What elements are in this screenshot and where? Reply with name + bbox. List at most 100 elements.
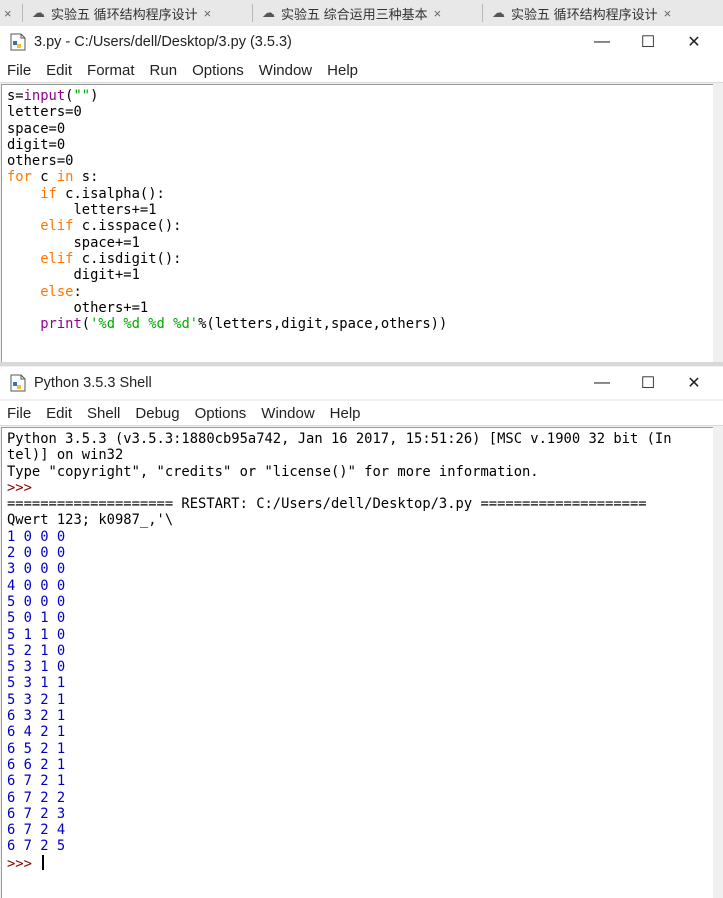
menu-file[interactable]: File [0, 405, 39, 422]
editor-title: 3.py - C:/Users/dell/Desktop/3.py (3.5.3… [34, 34, 292, 50]
maximize-icon[interactable]: ☐ [625, 26, 671, 58]
output-line[interactable]: 5 3 2 1 [7, 692, 713, 708]
menu-edit[interactable]: Edit [39, 405, 80, 422]
code-token: s= [7, 88, 24, 104]
output-line[interactable]: 6 7 2 1 [7, 773, 713, 789]
code-token: space+=1 [7, 234, 140, 251]
code-line[interactable]: space+=1 [7, 235, 713, 251]
output-line[interactable]: 6 5 2 1 [7, 741, 713, 757]
code-line[interactable]: others=0 [7, 153, 713, 169]
shell-line-text: 6 3 2 1 [7, 708, 66, 725]
shell-line-text: 6 4 2 1 [7, 724, 66, 741]
tab-close-partial[interactable]: × [0, 0, 12, 26]
browser-tab-strip: × ☁ 实验五 循环结构程序设计 × ☁ 实验五 综合运用三种基本 × ☁ 实验… [0, 0, 723, 27]
editor-scrollbar[interactable] [713, 84, 723, 362]
shell-line[interactable]: Qwert 123; k0987_,'\ [7, 512, 713, 528]
idle-shell-icon [10, 374, 26, 392]
output-line[interactable]: 5 3 1 1 [7, 675, 713, 691]
code-token: ( [81, 316, 91, 333]
browser-tab-1[interactable]: ☁ 实验五 循环结构程序设计 × [32, 0, 211, 26]
output-line[interactable]: 4 0 0 0 [7, 578, 713, 594]
menu-help[interactable]: Help [320, 62, 366, 79]
output-line[interactable]: 5 1 1 0 [7, 627, 713, 643]
shell-line-text: 2 0 0 0 [7, 545, 66, 562]
menu-shell[interactable]: Shell [80, 405, 128, 422]
menu-window[interactable]: Window [252, 62, 320, 79]
shell-line-text: 5 1 1 0 [7, 626, 66, 643]
shell-line-text: ==================== RESTART: C:/Users/d… [7, 496, 647, 513]
output-line[interactable]: 6 6 2 1 [7, 757, 713, 773]
tab-label: 实验五 循环结构程序设计 [51, 6, 198, 22]
minimize-icon[interactable]: — [579, 367, 625, 399]
shell-scrollbar[interactable] [713, 427, 723, 897]
output-line[interactable]: 2 0 0 0 [7, 545, 713, 561]
browser-tab-2[interactable]: ☁ 实验五 综合运用三种基本 × [262, 0, 441, 26]
code-line[interactable]: letters+=1 [7, 202, 713, 218]
shell-line[interactable]: Python 3.5.3 (v3.5.3:1880cb95a742, Jan 1… [7, 431, 713, 447]
menu-options[interactable]: Options [188, 405, 255, 422]
output-line[interactable]: 5 0 0 0 [7, 594, 713, 610]
output-line[interactable]: 5 2 1 0 [7, 643, 713, 659]
code-line[interactable]: space=0 [7, 121, 713, 137]
menu-format[interactable]: Format [80, 62, 143, 79]
code-token: letters=0 [7, 104, 82, 121]
close-icon[interactable]: × [4, 6, 12, 21]
shell-output[interactable]: Python 3.5.3 (v3.5.3:1880cb95a742, Jan 1… [1, 427, 713, 898]
shell-line[interactable]: ==================== RESTART: C:/Users/d… [7, 496, 713, 512]
code-line[interactable]: for c in s: [7, 169, 713, 185]
close-icon[interactable]: × [204, 6, 212, 21]
close-icon[interactable]: ✕ [671, 367, 717, 399]
editor-titlebar[interactable]: 3.py - C:/Users/dell/Desktop/3.py (3.5.3… [0, 26, 723, 58]
menu-debug[interactable]: Debug [128, 405, 187, 422]
output-line[interactable]: 6 7 2 3 [7, 806, 713, 822]
code-line[interactable]: others+=1 [7, 300, 713, 316]
browser-tab-3[interactable]: ☁ 实验五 循环结构程序设计 × [492, 0, 671, 26]
menu-help[interactable]: Help [323, 405, 369, 422]
menu-options[interactable]: Options [185, 62, 252, 79]
code-line[interactable]: elif c.isdigit(): [7, 251, 713, 267]
code-line[interactable]: elif c.isspace(): [7, 218, 713, 234]
minimize-icon[interactable]: — [579, 26, 625, 58]
shell-titlebar[interactable]: Python 3.5.3 Shell — ☐ ✕ [0, 367, 723, 399]
cloud-doc-icon: ☁ [492, 5, 505, 20]
shell-text[interactable]: Python 3.5.3 (v3.5.3:1880cb95a742, Jan 1… [2, 428, 713, 872]
output-line[interactable]: 6 3 2 1 [7, 708, 713, 724]
menu-file[interactable]: File [0, 62, 39, 79]
maximize-icon[interactable]: ☐ [625, 367, 671, 399]
code-line[interactable]: else: [7, 284, 713, 300]
shell-line-text: 6 6 2 1 [7, 756, 66, 773]
shell-line-text: 6 7 2 4 [7, 822, 66, 839]
editor-code-text[interactable]: s=input("") letters=0 space=0 digit=0 others… [2, 85, 713, 332]
code-line[interactable]: digit+=1 [7, 267, 713, 283]
shell-line-text: Python 3.5.3 (v3.5.3:1880cb95a742, Jan 1… [7, 431, 672, 447]
output-line[interactable]: 1 0 0 0 [7, 529, 713, 545]
output-line[interactable]: 5 0 1 0 [7, 610, 713, 626]
code-line[interactable]: letters=0 [7, 104, 713, 120]
code-line[interactable]: digit=0 [7, 137, 713, 153]
menu-window[interactable]: Window [254, 405, 322, 422]
close-icon[interactable]: ✕ [671, 26, 717, 58]
code-line[interactable]: if c.isalpha(): [7, 186, 713, 202]
menu-run[interactable]: Run [143, 62, 186, 79]
close-icon[interactable]: × [664, 6, 672, 21]
output-line[interactable]: 3 0 0 0 [7, 561, 713, 577]
code-line[interactable]: s=input("") [7, 88, 713, 104]
shell-prompt[interactable]: >>> [7, 480, 713, 496]
shell-line[interactable]: Type "copyright", "credits" or "license(… [7, 464, 713, 480]
shell-line-text: >>> [7, 855, 41, 872]
menu-edit[interactable]: Edit [39, 62, 80, 79]
code-line[interactable]: print('%d %d %d %d'%(letters,digit,space… [7, 316, 713, 332]
output-line[interactable]: 6 4 2 1 [7, 724, 713, 740]
code-token: digit+=1 [7, 267, 140, 284]
shell-line[interactable]: tel)] on win32 [7, 447, 713, 463]
output-line[interactable]: 5 3 1 0 [7, 659, 713, 675]
output-line[interactable]: 6 7 2 4 [7, 822, 713, 838]
output-line[interactable]: 6 7 2 2 [7, 790, 713, 806]
shell-prompt[interactable]: >>> [7, 854, 713, 872]
code-editor[interactable]: s=input("") letters=0 space=0 digit=0 others… [1, 84, 713, 363]
shell-title: Python 3.5.3 Shell [34, 375, 152, 391]
close-icon[interactable]: × [434, 6, 442, 21]
output-line[interactable]: 6 7 2 5 [7, 838, 713, 854]
